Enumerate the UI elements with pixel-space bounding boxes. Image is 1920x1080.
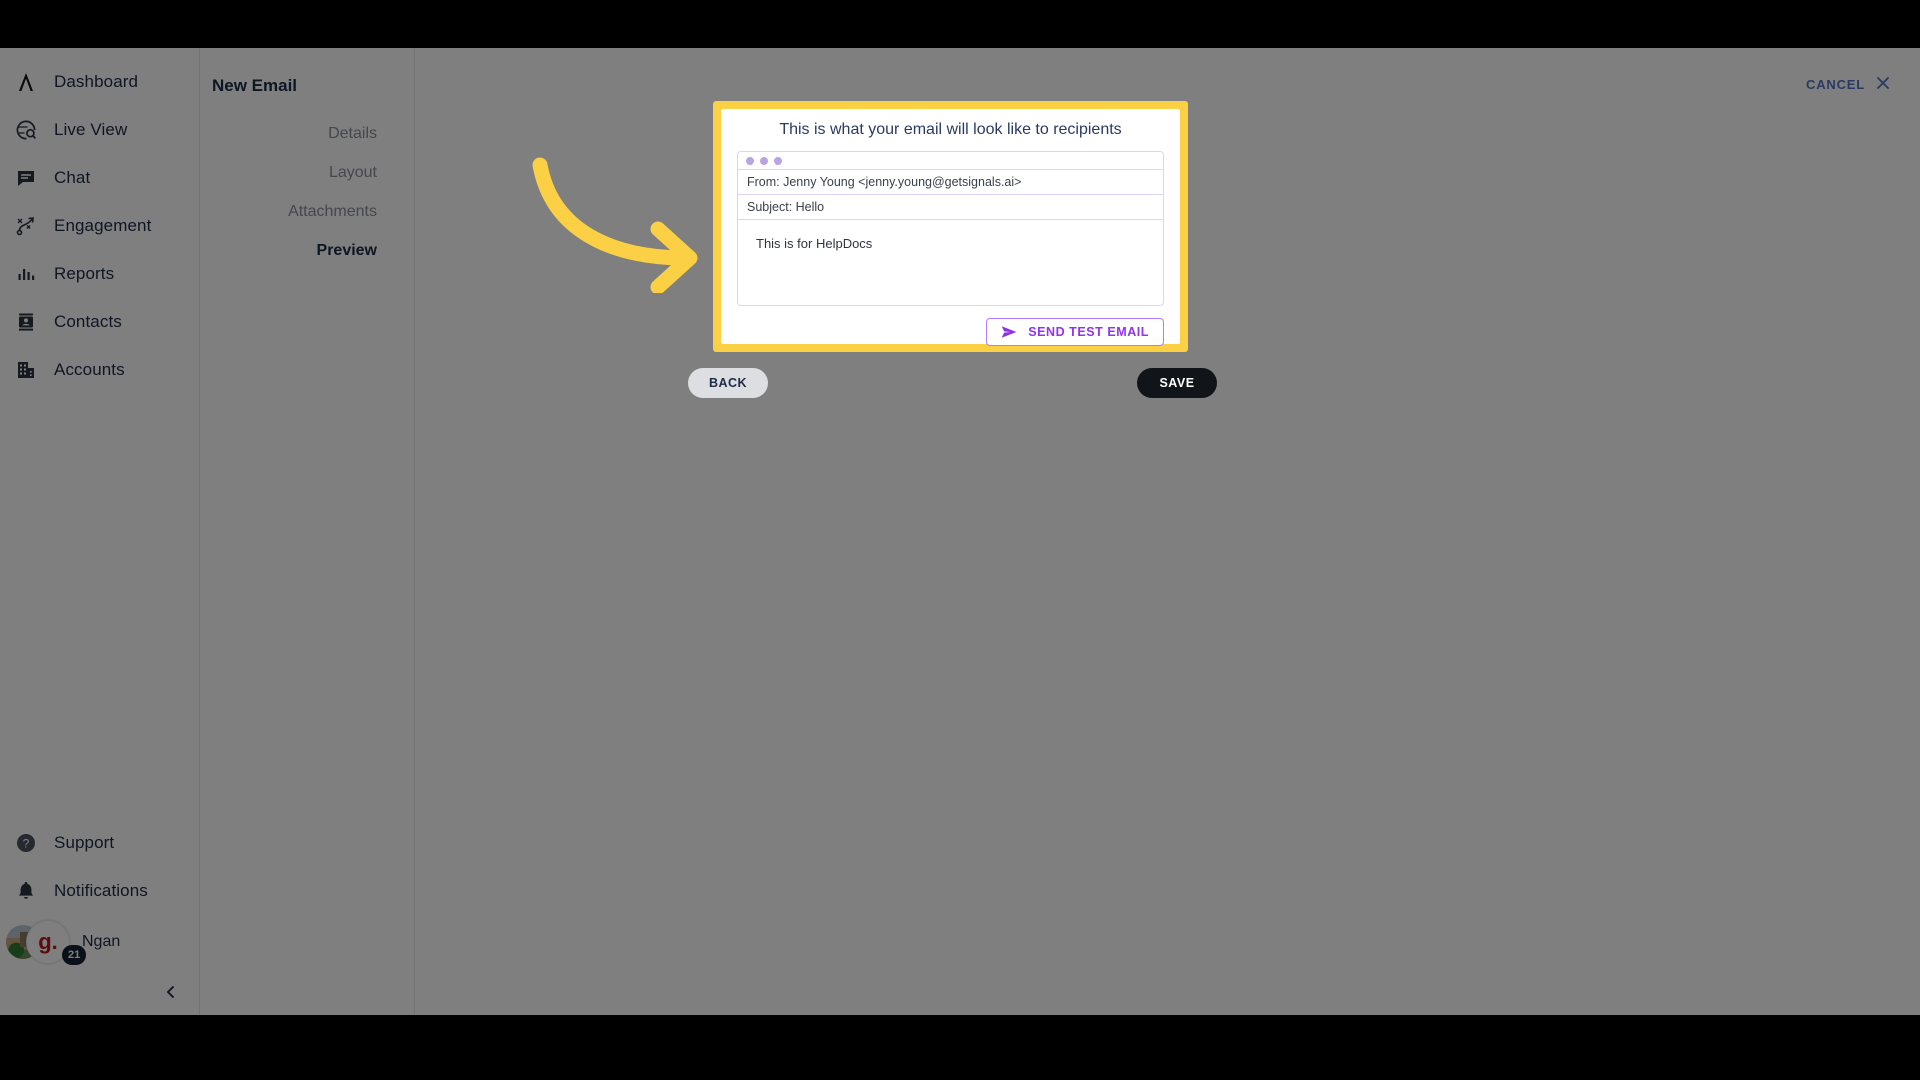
sidebar-nav: Dashboard Live View Chat Engagement Repo… <box>0 48 199 394</box>
contact-card-icon <box>12 308 40 336</box>
sidebar-item-notifications[interactable]: Notifications <box>0 867 199 915</box>
window-dot-icon <box>746 156 754 165</box>
send-test-email-label: SEND TEST EMAIL <box>1028 325 1149 339</box>
sidebar-item-label: Engagement <box>54 216 152 235</box>
app-viewport: Dashboard Live View Chat Engagement Repo… <box>0 48 1920 1015</box>
sidebar-item-label: Reports <box>54 264 115 283</box>
cancel-button[interactable]: CANCEL <box>1806 76 1890 93</box>
sidebar-item-label: Support <box>54 833 115 852</box>
user-profile[interactable]: g. 21 Ngan <box>0 915 199 969</box>
window-chrome-dots <box>738 152 1163 170</box>
sidebar-item-label: Contacts <box>54 312 122 331</box>
sidebar-bottom: ? Support Notifications g. 21 Ngan <box>0 819 199 1005</box>
cancel-label: CANCEL <box>1806 77 1865 92</box>
sidebar-item-label: Accounts <box>54 360 125 379</box>
globe-search-icon <box>12 116 40 144</box>
curved-arrow-right-icon <box>530 153 720 295</box>
building-icon <box>12 356 40 384</box>
email-body: This is for HelpDocs <box>756 236 873 251</box>
svg-text:?: ? <box>23 837 30 851</box>
preview-dialog: This is what your email will look like t… <box>721 109 1180 346</box>
dialog-actions: SEND TEST EMAIL <box>737 306 1164 346</box>
screen: Dashboard Live View Chat Engagement Repo… <box>0 0 1920 1080</box>
sidebar-item-label: Chat <box>54 168 91 187</box>
wizard-step-preview[interactable]: Preview <box>200 231 414 270</box>
sidebar-item-label: Notifications <box>54 881 148 900</box>
notification-count-badge: 21 <box>62 945 87 965</box>
paper-plane-icon <box>1001 325 1017 339</box>
page-title: New Email <box>212 76 298 95</box>
sidebar-item-contacts[interactable]: Contacts <box>0 298 199 346</box>
bell-icon <box>12 877 40 905</box>
sidebar-item-label: Live View <box>54 120 128 139</box>
sidebar-item-reports[interactable]: Reports <box>0 250 199 298</box>
wizard-step-layout[interactable]: Layout <box>200 153 414 192</box>
wizard-panel: New Email Details Layout Attachments Pre… <box>200 48 415 1015</box>
sidebar-item-chat[interactable]: Chat <box>0 154 199 202</box>
sidebar-item-live-view[interactable]: Live View <box>0 106 199 154</box>
email-preview-mockup: From: Jenny Young <jenny.young@getsignal… <box>737 151 1164 306</box>
window-dot-icon <box>774 156 782 165</box>
chat-bubble-icon <box>12 164 40 192</box>
sidebar-collapse-button[interactable] <box>158 979 184 1005</box>
close-icon[interactable] <box>1876 76 1890 93</box>
primary-sidebar: Dashboard Live View Chat Engagement Repo… <box>0 48 200 1015</box>
email-from-line: From: Jenny Young <jenny.young@getsignal… <box>738 170 1163 195</box>
send-test-email-button[interactable]: SEND TEST EMAIL <box>986 318 1164 346</box>
email-subject-line: Subject: Hello <box>738 195 1163 220</box>
sidebar-item-engagement[interactable]: Engagement <box>0 202 199 250</box>
sidebar-item-support[interactable]: ? Support <box>0 819 199 867</box>
sidebar-item-dashboard[interactable]: Dashboard <box>0 58 199 106</box>
sidebar-item-label: Dashboard <box>54 72 139 91</box>
preview-dialog-highlight-frame: This is what your email will look like t… <box>713 101 1188 352</box>
dialog-heading: This is what your email will look like t… <box>779 121 1122 138</box>
wizard-step-attachments[interactable]: Attachments <box>200 192 414 231</box>
save-button[interactable]: SAVE <box>1137 368 1217 398</box>
lambda-logo-icon <box>12 68 40 96</box>
wizard-step-details[interactable]: Details <box>200 114 414 153</box>
user-name: Ngan <box>82 933 121 950</box>
back-button[interactable]: BACK <box>688 368 768 398</box>
bar-chart-icon <box>12 260 40 288</box>
engagement-flow-icon <box>12 212 40 240</box>
help-circle-icon: ? <box>12 829 40 857</box>
sidebar-item-accounts[interactable]: Accounts <box>0 346 199 394</box>
window-dot-icon <box>760 156 768 165</box>
